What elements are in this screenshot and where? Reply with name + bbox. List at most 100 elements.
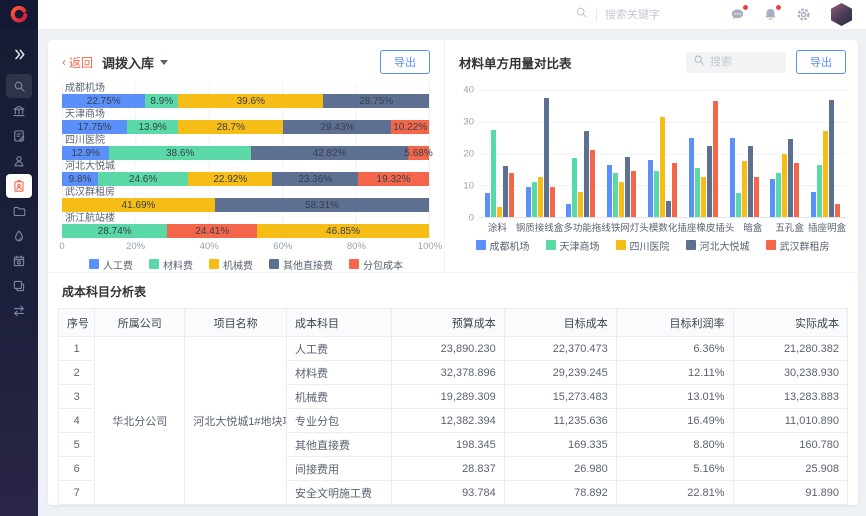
bar[interactable] [748,146,753,217]
bar-segment[interactable]: 46.85% [257,224,429,238]
bar-segment[interactable]: 39.6% [178,94,323,108]
bar-segment[interactable]: 12.9% [62,146,109,160]
bar[interactable] [572,158,577,217]
collapse-chevrons-icon[interactable] [6,42,32,66]
bar[interactable] [485,193,490,217]
bar-segment[interactable]: 29.43% [283,120,391,134]
bar-segment[interactable]: 17.75% [62,120,127,134]
legend-item[interactable]: 人工费 [89,257,133,272]
chevron-down-icon[interactable] [160,60,168,65]
bar-segment[interactable]: 13.9% [127,120,178,134]
bar-segment[interactable]: 22.75% [62,94,145,108]
table-row[interactable]: 1华北分公司河北大悦城1#地块项目人工费23,890.23022,370.473… [59,337,848,361]
bar[interactable] [509,173,514,217]
bar[interactable] [835,204,840,217]
folder-icon[interactable] [6,199,32,223]
legend-item[interactable]: 其他直接费 [269,257,333,272]
bar[interactable] [491,130,496,217]
export-button[interactable]: 导出 [380,50,430,74]
bar-segment[interactable]: 28.74% [62,224,167,238]
user-stamp-icon[interactable] [6,149,32,173]
bar[interactable] [538,177,543,217]
bar[interactable] [590,150,595,217]
comment-icon[interactable] [729,7,745,23]
bar[interactable] [607,165,612,217]
droplet-icon[interactable] [6,224,32,248]
bar[interactable] [619,182,624,217]
bar-segment[interactable]: 5.68% [408,146,429,160]
bar[interactable] [625,157,630,217]
bar[interactable] [578,192,583,217]
bar[interactable] [713,101,718,217]
legend-item[interactable]: 机械费 [209,257,253,272]
bar[interactable] [754,177,759,217]
export-button[interactable]: 导出 [796,50,846,74]
bar-segment[interactable]: 28.7% [178,120,283,134]
bar-segment[interactable]: 42.82% [251,146,408,160]
bar-segment[interactable]: 23.36% [272,172,358,186]
bar[interactable] [631,171,636,217]
bar[interactable] [550,187,555,217]
bar[interactable] [672,163,677,217]
transfer-icon[interactable] [6,299,32,323]
legend-item[interactable]: 四川医院 [616,238,670,253]
bar-segment[interactable]: 8.9% [145,94,178,108]
global-search-input[interactable] [605,9,709,21]
bar[interactable] [584,131,589,217]
bar-segment[interactable]: 41.69% [62,198,215,212]
back-button[interactable]: ‹ 返回 [62,54,93,71]
bar[interactable] [730,138,735,217]
bar[interactable] [526,187,531,217]
chart-search-input[interactable] [710,56,774,68]
bar[interactable] [770,179,775,217]
bar[interactable] [707,146,712,217]
document-edit-icon[interactable] [6,124,32,148]
legend-item[interactable]: 武汉群租房 [766,238,830,253]
bar[interactable] [811,192,816,217]
legend-item[interactable]: 分包成本 [349,257,403,272]
bar[interactable] [654,171,659,217]
bar[interactable] [666,201,671,217]
bar[interactable] [613,173,618,217]
bar[interactable] [817,165,822,217]
bar-segment[interactable]: 28.75% [323,94,429,108]
bar[interactable] [689,138,694,217]
bar-segment[interactable]: 38.6% [109,146,251,160]
bar[interactable] [823,131,828,217]
gear-icon[interactable] [795,7,811,23]
bar[interactable] [497,207,502,217]
bar-segment[interactable]: 22.92% [188,172,272,186]
bar[interactable] [648,160,653,217]
bar-segment[interactable]: 58.31% [215,198,429,212]
legend-item[interactable]: 天津商场 [546,238,600,253]
bar[interactable] [701,177,706,217]
bar[interactable] [736,193,741,217]
legend-item[interactable]: 成都机场 [476,238,530,253]
bar[interactable] [788,139,793,217]
bar[interactable] [742,161,747,217]
bar[interactable] [532,182,537,217]
app-logo[interactable] [0,0,38,30]
bar-segment[interactable]: 9.8% [62,172,98,186]
clipboard-user-icon[interactable] [6,174,32,198]
bank-icon[interactable] [6,99,32,123]
user-avatar[interactable] [831,3,852,26]
legend-item[interactable]: 材料费 [149,257,193,272]
bar[interactable] [695,168,700,217]
bar[interactable] [566,204,571,217]
bar-segment[interactable]: 19.32% [358,172,429,186]
bar[interactable] [829,100,834,217]
bar[interactable] [794,163,799,217]
bar-segment[interactable]: 24.6% [98,172,188,186]
bar-segment[interactable]: 24.41% [167,224,257,238]
bar[interactable] [503,166,508,217]
bar-segment[interactable]: 10.22% [391,120,429,134]
bar[interactable] [776,173,781,217]
calendar-gear-icon[interactable] [6,249,32,273]
bell-icon[interactable] [762,7,778,23]
search-icon[interactable] [6,74,32,98]
bar[interactable] [544,98,549,217]
bar[interactable] [660,117,665,217]
bar[interactable] [782,154,787,218]
legend-item[interactable]: 河北大悦城 [686,238,750,253]
